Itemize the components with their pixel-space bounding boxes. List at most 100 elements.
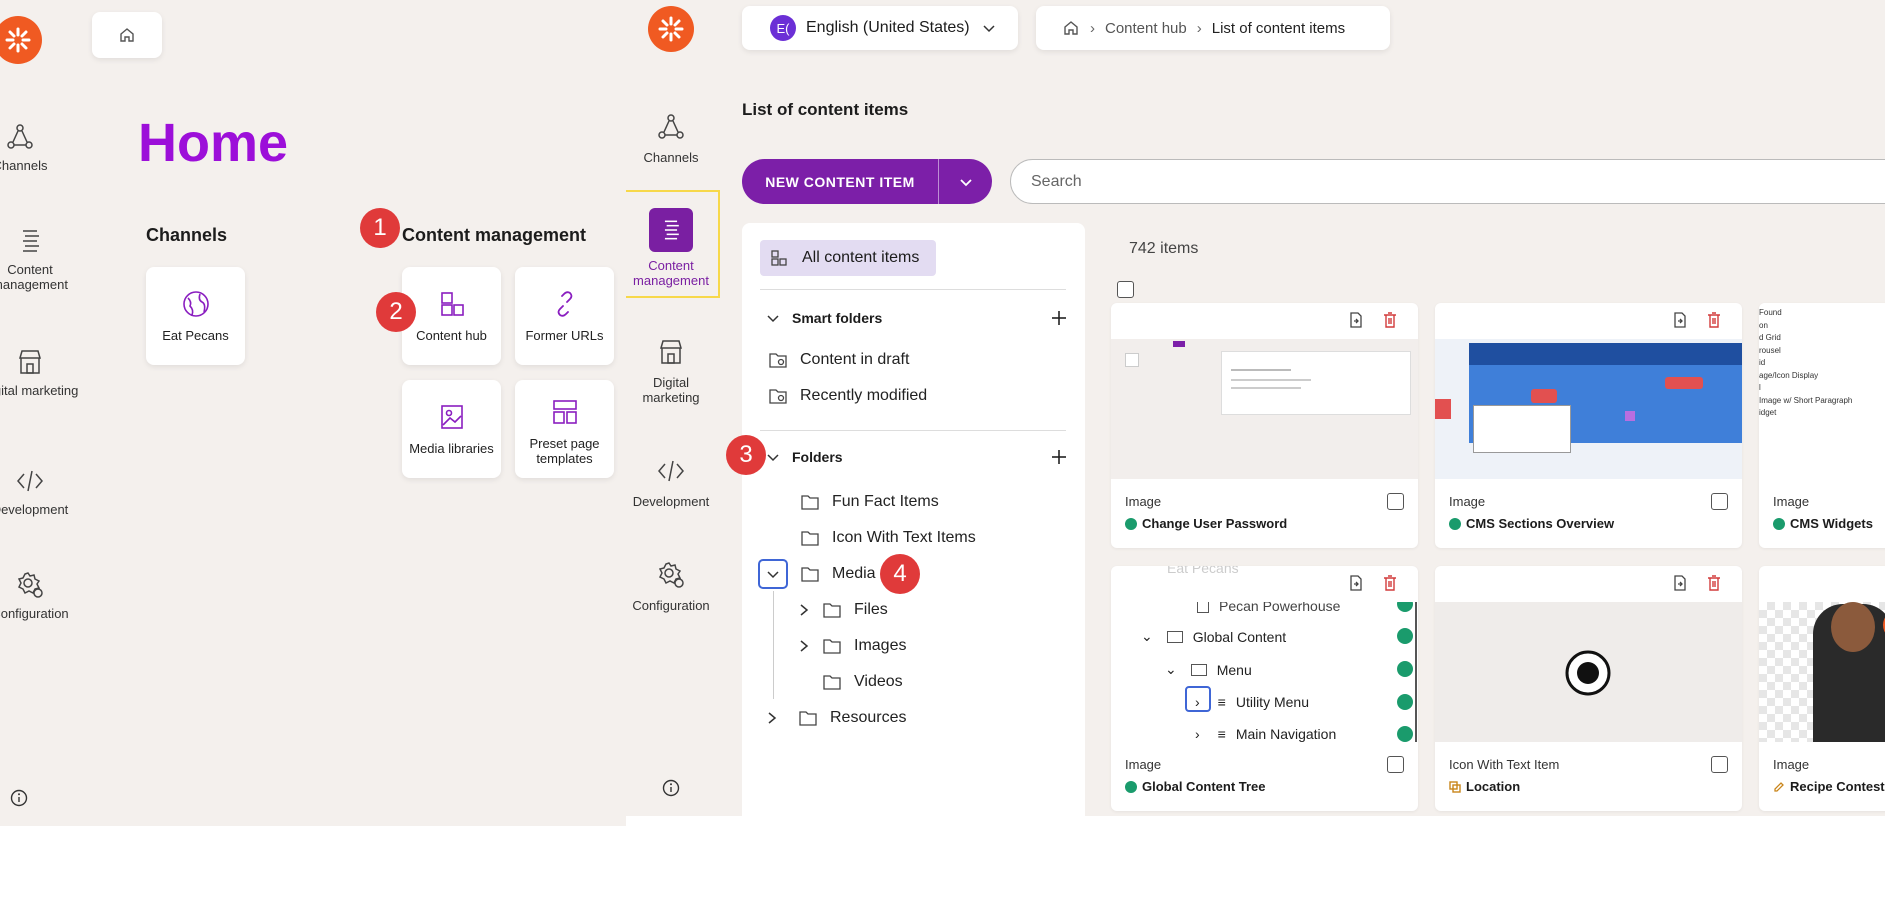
folder-images[interactable]: Images bbox=[798, 637, 906, 655]
former-urls-label: Former URLs bbox=[525, 327, 604, 343]
info-icon[interactable] bbox=[662, 779, 680, 797]
publish-icon[interactable] bbox=[1347, 311, 1365, 329]
publish-icon[interactable] bbox=[1347, 574, 1365, 592]
step-badge-4: 4 bbox=[880, 554, 920, 594]
card-checkbox[interactable] bbox=[1711, 493, 1728, 510]
nav-channels[interactable]: Channels bbox=[0, 122, 80, 173]
nav-content-management-active[interactable]: Content management bbox=[626, 190, 720, 298]
card-checkbox[interactable] bbox=[1387, 493, 1404, 510]
chevron-right-icon[interactable] bbox=[766, 711, 778, 725]
content-card[interactable]: Image Change User Password bbox=[1111, 303, 1418, 548]
widget-list-item: on bbox=[1759, 320, 1768, 330]
select-all-checkbox[interactable] bbox=[1117, 281, 1134, 298]
content-card[interactable]: Icon With Text Item Location bbox=[1435, 566, 1742, 811]
media-expand-toggle[interactable] bbox=[758, 559, 788, 589]
folder-files[interactable]: Files bbox=[798, 601, 888, 619]
card-name: Global Content Tree bbox=[1125, 779, 1266, 794]
smart-folders-toggle[interactable]: Smart folders bbox=[766, 310, 882, 326]
content-card[interactable]: Found on d Grid rousel id age/Icon Displ… bbox=[1759, 303, 1885, 548]
breadcrumb-content-hub[interactable]: Content hub bbox=[1105, 20, 1187, 37]
smart-folder-icon bbox=[769, 353, 787, 368]
new-content-item-label: NEW CONTENT ITEM bbox=[765, 173, 915, 190]
card-name-text: Global Content Tree bbox=[1142, 779, 1266, 794]
nav-digital-marketing[interactable]: Digital marketing bbox=[626, 337, 716, 405]
nav-channels[interactable]: Channels bbox=[626, 112, 716, 165]
new-content-item-button[interactable]: NEW CONTENT ITEM bbox=[742, 159, 992, 204]
folder-resources[interactable]: Resources bbox=[766, 709, 906, 727]
nav-development-label: Development bbox=[0, 502, 69, 517]
content-management-heading: Content management bbox=[402, 225, 587, 245]
smart-folder-recently-modified[interactable]: Recently modified bbox=[768, 387, 927, 405]
card-type: Image bbox=[1125, 494, 1162, 509]
preset-page-templates-card[interactable]: Preset page templates bbox=[515, 380, 614, 478]
info-icon[interactable] bbox=[10, 789, 28, 807]
add-folder-icon[interactable] bbox=[1050, 448, 1068, 466]
language-selector[interactable]: E( English (United States) bbox=[742, 6, 1018, 50]
nav-configuration-label: Configuration bbox=[632, 598, 710, 613]
trash-icon[interactable] bbox=[1381, 311, 1399, 329]
folder-icon-with-text-items[interactable]: Icon With Text Items bbox=[800, 529, 976, 547]
breadcrumb-separator: › bbox=[1090, 19, 1095, 37]
globe-icon bbox=[182, 290, 209, 317]
trash-icon[interactable] bbox=[1381, 574, 1399, 592]
content-hub-icon bbox=[771, 250, 787, 266]
content-hub-card[interactable]: Content hub bbox=[402, 267, 501, 365]
link-icon bbox=[557, 290, 572, 317]
nav-configuration[interactable]: Configuration bbox=[0, 570, 95, 621]
publish-icon[interactable] bbox=[1671, 574, 1689, 592]
content-card[interactable]: Image CMS Sections Overview bbox=[1435, 303, 1742, 548]
trash-icon[interactable] bbox=[1705, 574, 1723, 592]
smart-folder-content-in-draft[interactable]: Content in draft bbox=[768, 351, 909, 369]
search-placeholder: Search bbox=[1031, 172, 1082, 190]
folder-label: Images bbox=[854, 637, 907, 654]
card-name-text: Recipe Contest bbox=[1790, 779, 1885, 794]
nav-development[interactable]: Development bbox=[0, 466, 95, 517]
reusable-content-icon bbox=[1449, 780, 1461, 793]
folder-icon bbox=[823, 639, 841, 654]
chevron-right-icon[interactable] bbox=[798, 639, 810, 653]
nav-development[interactable]: Development bbox=[626, 456, 716, 509]
content-card[interactable]: Eat Pecans Pecan Powerhouse ⌄ Global Cont… bbox=[1111, 566, 1418, 811]
nav-configuration[interactable]: Configuration bbox=[626, 560, 716, 613]
card-checkbox[interactable] bbox=[1387, 756, 1404, 773]
new-item-dropdown-button[interactable] bbox=[939, 174, 992, 190]
folder-tree-panel: All content items Smart folders Content … bbox=[742, 223, 1085, 816]
media-libraries-card[interactable]: Media libraries bbox=[402, 380, 501, 478]
kentico-logo-icon[interactable] bbox=[0, 16, 42, 64]
step-badge-1: 1 bbox=[360, 208, 400, 248]
channel-card-label: Eat Pecans bbox=[162, 327, 229, 343]
home-button[interactable] bbox=[92, 12, 162, 58]
folder-videos[interactable]: Videos bbox=[822, 673, 903, 691]
folder-icon bbox=[801, 567, 819, 582]
home-icon[interactable] bbox=[1062, 19, 1080, 37]
thumbnail-image bbox=[1435, 339, 1742, 479]
former-urls-card[interactable]: Former URLs bbox=[515, 267, 614, 365]
folder-label: Resources bbox=[830, 709, 907, 726]
thumb-tree-label: Global Content bbox=[1192, 628, 1287, 645]
trash-icon[interactable] bbox=[1705, 311, 1723, 329]
publish-icon[interactable] bbox=[1671, 311, 1689, 329]
content-card[interactable]: Image Recipe Contest bbox=[1759, 566, 1885, 811]
search-input[interactable]: Search bbox=[1010, 159, 1885, 204]
card-name-text: CMS Widgets bbox=[1790, 516, 1873, 531]
nav-digital-marketing[interactable]: Digital marketing bbox=[0, 347, 85, 398]
nav-content-management[interactable]: Content management bbox=[0, 226, 85, 292]
folder-fun-fact-items[interactable]: Fun Fact Items bbox=[800, 493, 939, 511]
thumbnail-image: Pecan Powerhouse ⌄ Global Content ⌄ Menu ›… bbox=[1111, 602, 1418, 742]
chevron-right-icon[interactable] bbox=[798, 603, 810, 617]
channels-heading: Channels bbox=[146, 225, 228, 245]
tree-guide-line bbox=[773, 591, 774, 699]
record-icon bbox=[1565, 650, 1611, 696]
kentico-logo-icon[interactable] bbox=[648, 6, 694, 52]
widget-list-item: rousel bbox=[1759, 345, 1781, 355]
thumb-tree-ghost: Eat Pecans bbox=[1167, 566, 1239, 576]
content-hub-icon bbox=[440, 291, 464, 316]
folders-toggle[interactable]: Folders bbox=[766, 449, 843, 465]
card-checkbox[interactable] bbox=[1711, 756, 1728, 773]
add-smart-folder-icon[interactable] bbox=[1050, 309, 1068, 327]
folder-media[interactable]: Media bbox=[800, 565, 876, 583]
all-content-items[interactable]: All content items bbox=[760, 240, 936, 276]
channel-card-eat-pecans[interactable]: Eat Pecans bbox=[146, 267, 245, 365]
published-status-icon bbox=[1125, 780, 1137, 793]
thumb-tree-label: Utility Menu bbox=[1235, 694, 1309, 710]
